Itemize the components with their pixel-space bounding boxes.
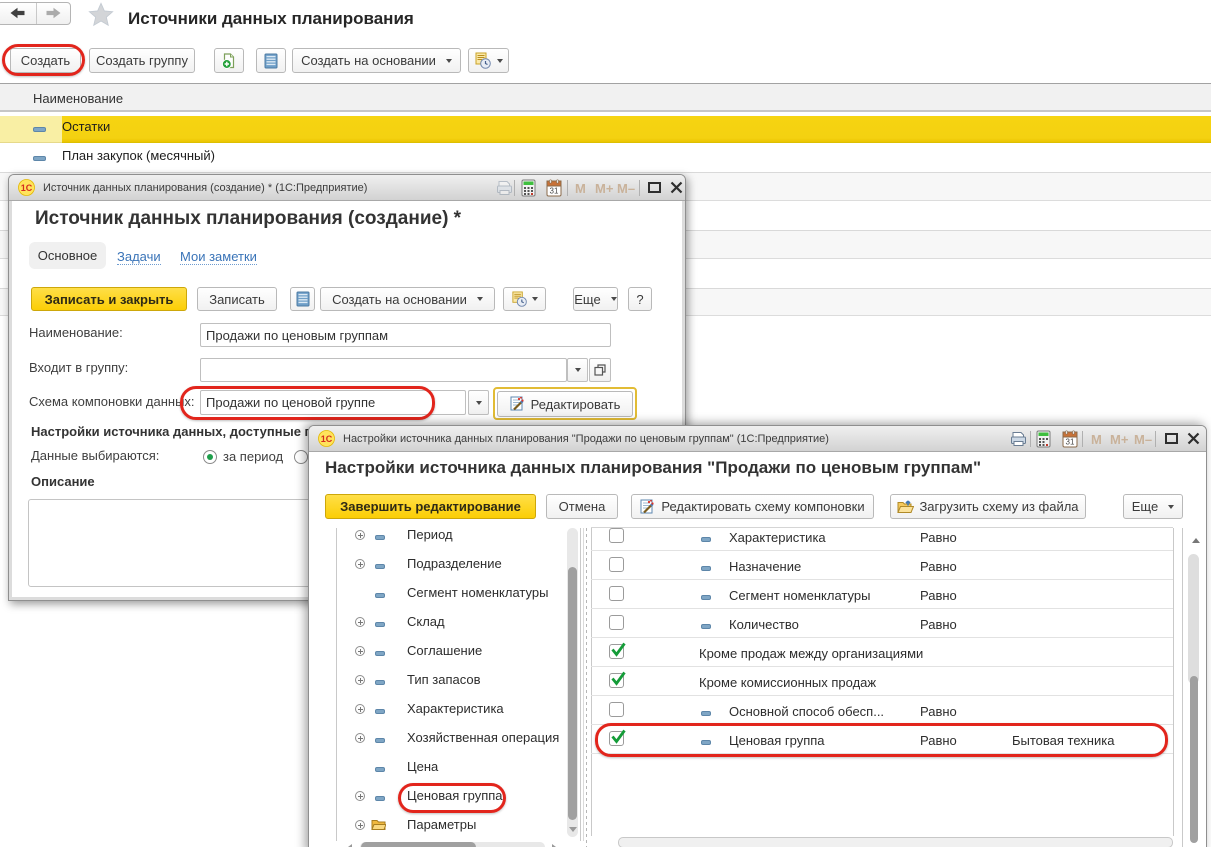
svg-text:31: 31 [1066, 438, 1075, 447]
svg-text:1С: 1С [321, 434, 333, 444]
svg-text:1С: 1С [21, 183, 33, 193]
svg-text:31: 31 [550, 187, 559, 196]
